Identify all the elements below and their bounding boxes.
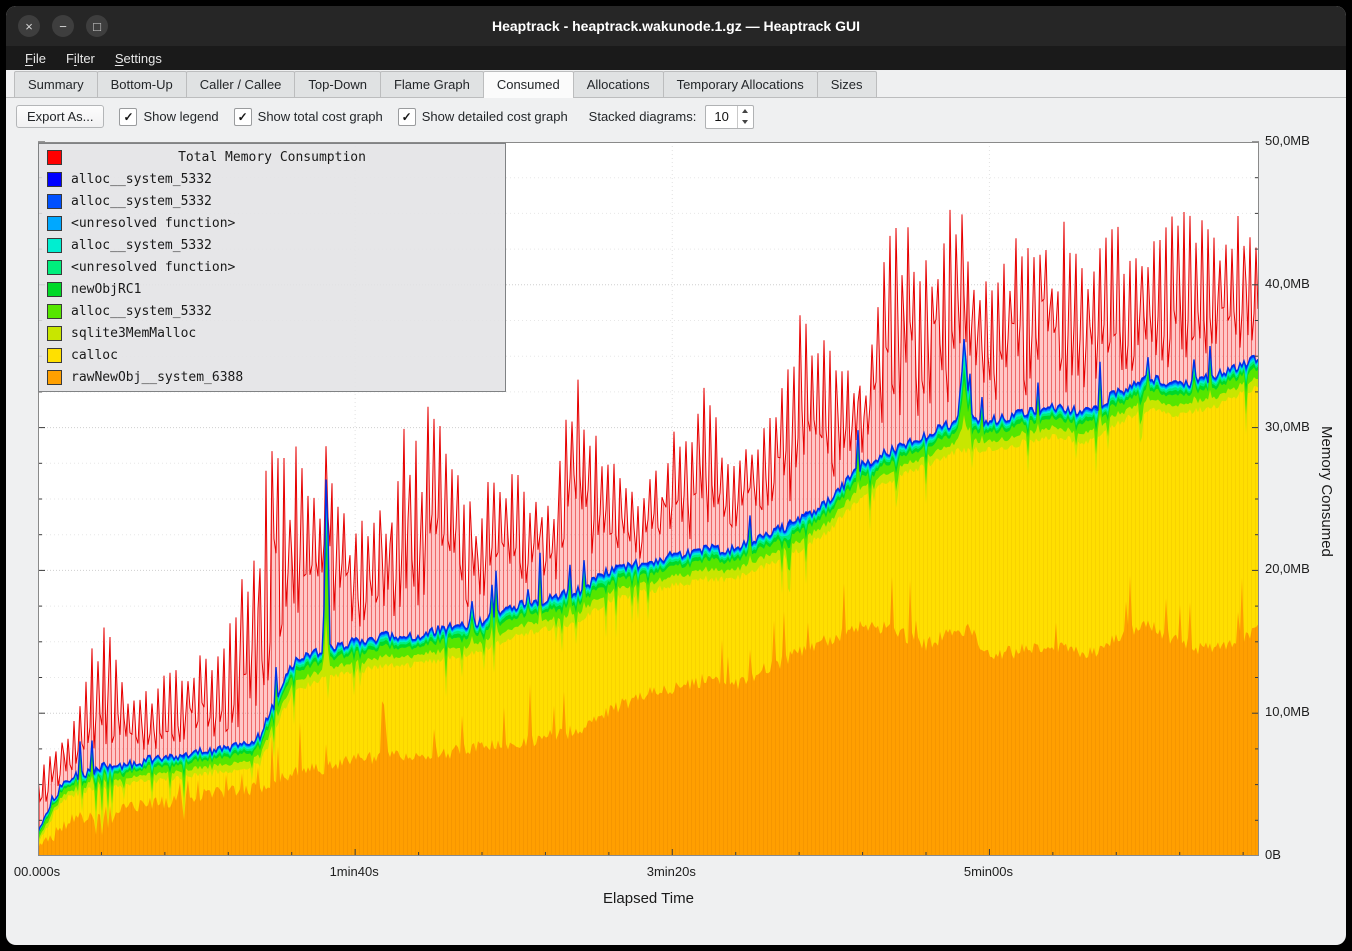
stacked-diagrams-label: Stacked diagrams: xyxy=(589,109,697,124)
checkbox-label: Show total cost graph xyxy=(258,109,383,124)
legend-entry-label: alloc__system_5332 xyxy=(71,194,212,209)
tab-consumed[interactable]: Consumed xyxy=(483,71,574,98)
maximize-icon: □ xyxy=(93,20,101,33)
tab-allocations[interactable]: Allocations xyxy=(573,71,664,97)
legend-entry: <unresolved function> xyxy=(39,256,505,278)
y-tick-label: 10,0MB xyxy=(1265,704,1310,719)
legend-swatch xyxy=(47,260,62,275)
tab-top-down[interactable]: Top-Down xyxy=(294,71,381,97)
x-axis-tick-labels: 00.000s 1min40s 3min20s 5min00s xyxy=(6,864,1346,880)
stacked-diagrams-value: 10 xyxy=(706,106,736,128)
close-button[interactable]: × xyxy=(18,15,40,37)
legend-swatch xyxy=(47,304,62,319)
tab-caller-callee[interactable]: Caller / Callee xyxy=(186,71,296,97)
tab-summary[interactable]: Summary xyxy=(14,71,98,97)
tab-temporary-allocations[interactable]: Temporary Allocations xyxy=(663,71,818,97)
legend-entry: alloc__system_5332 xyxy=(39,190,505,212)
legend-swatch xyxy=(47,282,62,297)
tab-bottom-up[interactable]: Bottom-Up xyxy=(97,71,187,97)
x-tick-label: 5min00s xyxy=(964,864,1013,879)
checkbox-show-detailed-cost-graph[interactable]: ✓ Show detailed cost graph xyxy=(398,108,568,126)
y-tick-label: 50,0MB xyxy=(1265,133,1310,148)
legend-entry: newObjRC1 xyxy=(39,278,505,300)
legend-entry: calloc xyxy=(39,344,505,366)
legend-entry-label: newObjRC1 xyxy=(71,282,141,297)
close-icon: × xyxy=(25,20,33,33)
legend-entry-label: rawNewObj__system_6388 xyxy=(71,370,243,385)
legend-entry-label: alloc__system_5332 xyxy=(71,172,212,187)
y-tick-label: 40,0MB xyxy=(1265,276,1310,291)
window-controls: × − □ xyxy=(18,15,108,37)
titlebar: × − □ Heaptrack - heaptrack.wakunode.1.g… xyxy=(6,6,1346,46)
legend-swatch xyxy=(47,238,62,253)
chart-legend[interactable]: Total Memory Consumption alloc__system_53… xyxy=(38,143,506,392)
legend-entry: rawNewObj__system_6388 xyxy=(39,366,505,388)
legend-entry: alloc__system_5332 xyxy=(39,300,505,322)
stacked-diagrams-spinbox[interactable]: 10 xyxy=(705,105,753,129)
legend-title-row: Total Memory Consumption xyxy=(39,146,505,168)
y-axis-title: Memory Consumed xyxy=(1318,426,1335,557)
legend-swatch xyxy=(47,172,62,187)
legend-entry: alloc__system_5332 xyxy=(39,168,505,190)
checkbox-label: Show detailed cost graph xyxy=(422,109,568,124)
maximize-button[interactable]: □ xyxy=(86,15,108,37)
x-axis-title: Elapsed Time xyxy=(37,890,1260,907)
checkbox-box: ✓ xyxy=(398,108,416,126)
y-tick-label: 0B xyxy=(1265,847,1281,862)
legend-entry-label: <unresolved function> xyxy=(71,260,235,275)
tab-flame-graph[interactable]: Flame Graph xyxy=(380,71,484,97)
checkbox-show-legend[interactable]: ✓ Show legend xyxy=(119,108,218,126)
checkbox-box: ✓ xyxy=(234,108,252,126)
legend-title: Total Memory Consumption xyxy=(71,150,473,165)
legend-entry: <unresolved function> xyxy=(39,212,505,234)
legend-swatch xyxy=(47,326,62,341)
tab-bar: SummaryBottom-UpCaller / CalleeTop-DownF… xyxy=(6,70,1346,98)
x-tick-label: 1min40s xyxy=(330,864,379,879)
arrow-down-icon xyxy=(742,120,748,124)
legend-entry-label: alloc__system_5332 xyxy=(71,238,212,253)
checkbox-show-total-cost-graph[interactable]: ✓ Show total cost graph xyxy=(234,108,383,126)
y-tick-label: 30,0MB xyxy=(1265,419,1310,434)
window-title: Heaptrack - heaptrack.wakunode.1.gz — He… xyxy=(6,6,1346,46)
toolbar: Export As... ✓ Show legend ✓ Show total cos… xyxy=(16,103,1336,130)
legend-swatch xyxy=(47,216,62,231)
spin-buttons xyxy=(737,106,753,128)
legend-swatch xyxy=(47,370,62,385)
x-tick-label: 3min20s xyxy=(647,864,696,879)
checkbox-box: ✓ xyxy=(119,108,137,126)
menubar: FileFilterSettings xyxy=(6,46,1346,70)
arrow-up-icon xyxy=(742,109,748,113)
legend-swatch xyxy=(47,348,62,363)
legend-entry-label: alloc__system_5332 xyxy=(71,304,212,319)
legend-entry-label: calloc xyxy=(71,348,118,363)
menu-file[interactable]: File xyxy=(16,48,55,69)
minimize-button[interactable]: − xyxy=(52,15,74,37)
menu-filter[interactable]: Filter xyxy=(57,48,104,69)
legend-entry-label: sqlite3MemMalloc xyxy=(71,326,196,341)
checkbox-label: Show legend xyxy=(143,109,218,124)
tab-sizes[interactable]: Sizes xyxy=(817,71,877,97)
minimize-icon: − xyxy=(59,20,67,33)
legend-entry-label: <unresolved function> xyxy=(71,216,235,231)
y-tick-label: 20,0MB xyxy=(1265,561,1310,576)
legend-swatch xyxy=(47,150,62,165)
legend-swatch xyxy=(47,194,62,209)
spin-up-button[interactable] xyxy=(738,106,753,117)
export-as-button[interactable]: Export As... xyxy=(16,105,104,128)
legend-entry: sqlite3MemMalloc xyxy=(39,322,505,344)
x-tick-label: 00.000s xyxy=(14,864,60,879)
legend-entry: alloc__system_5332 xyxy=(39,234,505,256)
spin-down-button[interactable] xyxy=(738,117,753,128)
menu-settings[interactable]: Settings xyxy=(106,48,171,69)
heaptrack-window: × − □ Heaptrack - heaptrack.wakunode.1.g… xyxy=(6,6,1346,945)
